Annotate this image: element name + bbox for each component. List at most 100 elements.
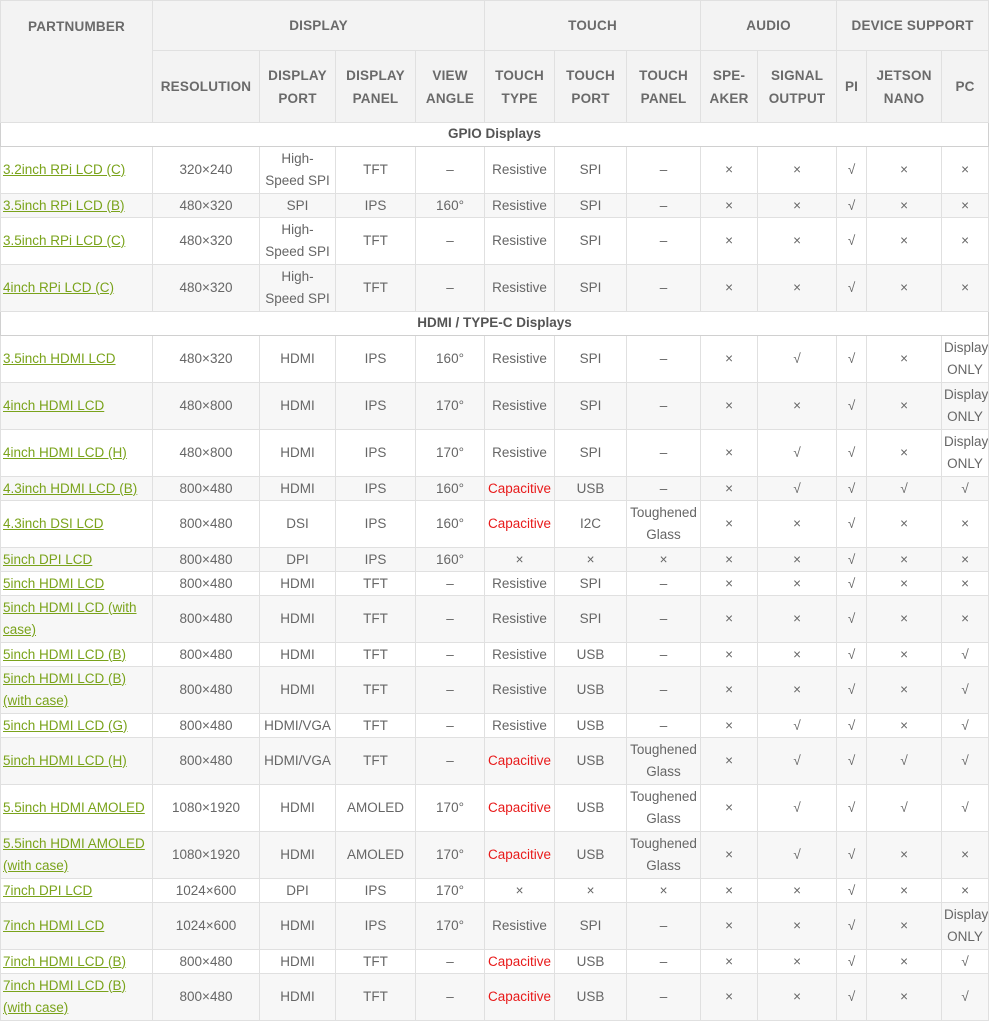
product-link[interactable]: 3.2inch RPi LCD (C) [3,162,125,177]
product-link[interactable]: 5inch HDMI LCD (G) [3,718,128,733]
cell-jetson-nano-support: × [866,547,943,572]
cell-view-angle: 170° [414,878,486,903]
cell-pc-support: × [941,547,990,572]
header-group-touch: TOUCH [484,0,702,51]
cell-resolution: 480×320 [152,264,260,312]
cell-pi-support: √ [836,713,868,738]
cell-jetson-nano-support: × [866,831,943,879]
cell-touch-type: Capacitive [484,973,556,1021]
cell-view-angle: 160° [414,193,486,218]
cell-display-panel: AMOLED [335,784,416,832]
cell-pc-support: √ [941,666,990,714]
cell-signal-output: × [757,264,838,312]
cell-pc-support: × [941,264,990,312]
cell-speaker: × [700,737,759,785]
product-link[interactable]: 4inch HDMI LCD (H) [3,445,127,460]
table-row: 4inch HDMI LCD (H) 480×800 HDMI IPS 170° Resi… [0,429,990,477]
cell-touch-port: × [554,547,628,572]
cell-signal-output: √ [757,784,838,832]
cell-signal-output: √ [757,476,838,501]
cell-pc-support: √ [941,949,990,974]
cell-touch-port: USB [554,713,628,738]
cell-pi-support: √ [836,382,868,430]
cell-part-number: 5.5inch HDMI AMOLED [0,784,153,832]
product-link[interactable]: 7inch HDMI LCD [3,918,104,933]
cell-pi-support: √ [836,737,868,785]
header-group-display: DISPLAY [151,0,486,51]
product-link[interactable]: 5inch HDMI LCD (B) [3,647,126,662]
cell-pc-support: √ [941,642,990,667]
product-link[interactable]: 7inch HDMI LCD (B) [3,954,126,969]
cell-touch-port: USB [554,784,628,832]
product-link[interactable]: 4.3inch DSI LCD [3,516,104,531]
cell-jetson-nano-support: × [866,949,943,974]
cell-display-panel: IPS [335,382,416,430]
column-header-text: TOUCH [566,67,615,83]
cell-touch-panel: – [626,429,702,477]
cell-display-panel: TFT [335,571,416,596]
cell-part-number: 5inch HDMI LCD [0,571,153,596]
cell-touch-panel: – [626,382,702,430]
product-link[interactable]: 7inch DPI LCD [3,883,92,898]
column-header-view-angle: VIEW ANGLE [414,50,486,123]
cell-view-angle: – [414,737,486,785]
product-link[interactable]: 5inch HDMI LCD [3,576,104,591]
cell-touch-panel: – [626,642,702,667]
table-row: 5.5inch HDMI AMOLED (with case) 1080×1920… [0,831,990,879]
cell-touch-type: Resistive [484,642,556,667]
column-header-speaker: SPE- AKER [700,50,759,123]
table-row: 3.2inch RPi LCD (C) 320×240 High-Speed SPI… [0,146,990,194]
cell-part-number: 3.5inch RPi LCD (B) [0,193,153,218]
cell-touch-panel: – [626,666,702,714]
column-header-touch-type: TOUCH TYPE [484,50,556,123]
cell-display-port: HDMI [259,831,336,879]
cell-touch-type: Capacitive [484,831,556,879]
cell-signal-output: × [757,878,838,903]
cell-pc-support: × [941,146,990,194]
column-header-text: NANO [883,90,925,106]
cell-pc-support: × [941,571,990,596]
cell-signal-output: √ [757,335,838,383]
table-row: 5inch HDMI LCD (B) (with case) 800×480 HDM… [0,666,990,714]
cell-jetson-nano-support: × [866,713,943,738]
cell-pc-support: √ [941,784,990,832]
product-link[interactable]: 3.5inch RPi LCD (C) [3,233,125,248]
product-link[interactable]: 4inch HDMI LCD [3,398,104,413]
cell-resolution: 800×480 [152,642,260,667]
cell-touch-panel: – [626,476,702,501]
cell-pi-support: √ [836,193,868,218]
table-row: 3.5inch HDMI LCD 480×320 HDMI IPS 160° Resist… [0,335,990,383]
cell-display-panel: TFT [335,642,416,667]
product-link[interactable]: 5inch HDMI LCD (H) [3,753,127,768]
cell-view-angle: – [414,217,486,265]
product-link[interactable]: 4.3inch HDMI LCD (B) [3,481,137,496]
product-link[interactable]: 5inch HDMI LCD (with case) [3,600,137,638]
cell-touch-panel: Toughened Glass [626,500,702,548]
cell-signal-output: × [757,902,838,950]
cell-pi-support: √ [836,973,868,1021]
product-link[interactable]: 4inch RPi LCD (C) [3,280,114,295]
cell-part-number: 7inch HDMI LCD [0,902,153,950]
cell-touch-panel: – [626,595,702,643]
product-link[interactable]: 7inch HDMI LCD (B) (with case) [3,978,126,1016]
product-link[interactable]: 5.5inch HDMI AMOLED (with case) [3,836,145,874]
column-header-text: PI [844,79,859,94]
product-link[interactable]: 5inch DPI LCD [3,552,92,567]
cell-pi-support: √ [836,666,868,714]
cell-pc-support: × [941,217,990,265]
table-row: 7inch HDMI LCD (B) 800×480 HDMI TFT – Capacit… [0,949,990,974]
header-group-device-support: DEVICE SUPPORT [836,0,990,51]
cell-touch-port: SPI [554,595,628,643]
product-link[interactable]: 3.5inch HDMI LCD [3,351,116,366]
cell-touch-panel: – [626,713,702,738]
cell-touch-port: SPI [554,571,628,596]
cell-signal-output: × [757,547,838,572]
cell-signal-output: × [757,382,838,430]
product-link[interactable]: 5.5inch HDMI AMOLED [3,800,145,815]
cell-signal-output: × [757,571,838,596]
section-row: HDMI / TYPE-C Displays [0,311,990,336]
product-link[interactable]: 5inch HDMI LCD (B) (with case) [3,671,126,709]
cell-view-angle: – [414,264,486,312]
product-link[interactable]: 3.5inch RPi LCD (B) [3,198,125,213]
cell-touch-panel: – [626,571,702,596]
